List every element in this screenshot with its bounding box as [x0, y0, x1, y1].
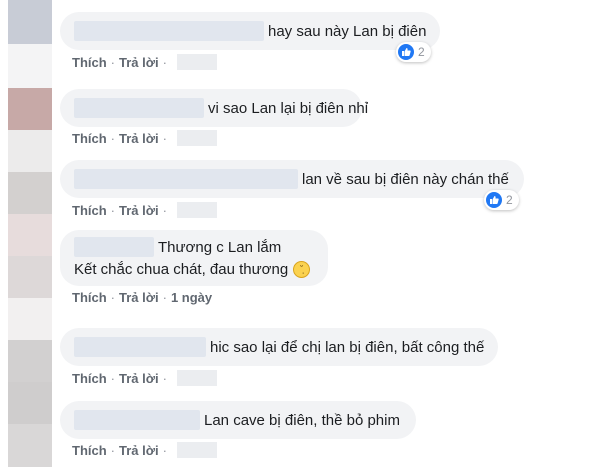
- comment-bubble: vi sao Lan lại bị điên nhỉ: [60, 89, 368, 127]
- blurred-username[interactable]: [74, 21, 264, 41]
- avatar-column: [8, 0, 52, 467]
- reply-link[interactable]: Trả lời: [119, 443, 159, 458]
- comment-timestamp[interactable]: 1 ngày: [171, 290, 212, 305]
- comment-text: hay sau này Lan bị điên: [268, 22, 427, 40]
- like-link[interactable]: Thích: [72, 371, 107, 386]
- reaction-count: 2: [418, 45, 425, 59]
- like-icon: [398, 44, 414, 60]
- like-link[interactable]: Thích: [72, 443, 107, 458]
- reply-link[interactable]: Trả lời: [119, 131, 159, 146]
- comment-bubble: Thương c Lan lắm Kết chắc chua chát, đau…: [60, 230, 328, 286]
- separator: ·: [110, 130, 116, 146]
- like-link[interactable]: Thích: [72, 290, 107, 305]
- blurred-timestamp: [176, 370, 217, 386]
- reply-link[interactable]: Trả lời: [119, 203, 159, 218]
- avatar[interactable]: [8, 340, 52, 382]
- blurred-timestamp: [176, 130, 217, 146]
- separator: ·: [110, 370, 116, 386]
- reply-link[interactable]: Trả lời: [119, 371, 159, 386]
- avatar: [8, 298, 52, 340]
- avatar[interactable]: [8, 256, 52, 298]
- comment-actions: Thích · Trả lời · 1 ngày: [72, 290, 212, 305]
- separator: ·: [162, 130, 167, 146]
- avatar: [8, 214, 52, 256]
- separator: ·: [162, 370, 167, 386]
- blurred-username[interactable]: [74, 410, 200, 430]
- comment-text: vi sao Lan lại bị điên nhỉ: [208, 99, 369, 117]
- blurred-timestamp: [176, 202, 217, 218]
- comment-text: Thương c Lan lắm: [158, 238, 282, 256]
- blurred-username[interactable]: [74, 98, 204, 118]
- avatar[interactable]: [8, 424, 52, 467]
- like-icon: [486, 192, 502, 208]
- blurred-timestamp: [176, 442, 217, 458]
- comment-actions: Thích · Trả lời ·: [72, 442, 217, 458]
- separator: ·: [162, 442, 167, 458]
- crying-face-icon: ˘̩: [293, 261, 311, 278]
- comment-bubble: Lan cave bị điên, thề bỏ phim: [60, 401, 416, 439]
- separator: ·: [162, 290, 167, 305]
- avatar[interactable]: [8, 172, 52, 214]
- comment-actions: Thích · Trả lời ·: [72, 202, 217, 218]
- avatar[interactable]: [8, 0, 52, 44]
- separator: ·: [162, 202, 167, 218]
- separator: ·: [162, 54, 167, 70]
- comment-actions: Thích · Trả lời ·: [72, 130, 217, 146]
- avatar[interactable]: [8, 88, 52, 130]
- blurred-username[interactable]: [74, 337, 206, 357]
- separator: ·: [110, 442, 116, 458]
- avatar: [8, 44, 52, 88]
- reaction-count: 2: [506, 193, 513, 207]
- separator: ·: [110, 54, 116, 70]
- like-link[interactable]: Thích: [72, 203, 107, 218]
- blurred-username[interactable]: [74, 237, 154, 257]
- comment-line: Kết chắc chua chát, đau thương ˘̩: [74, 260, 311, 279]
- reply-link[interactable]: Trả lời: [119, 290, 159, 305]
- reaction-badge[interactable]: 2: [484, 190, 519, 210]
- like-link[interactable]: Thích: [72, 131, 107, 146]
- comment-text: hic sao lại để chị lan bị điên, bất công…: [210, 338, 485, 356]
- reply-link[interactable]: Trả lời: [119, 55, 159, 70]
- comment-line: Thương c Lan lắm: [74, 237, 281, 257]
- comment-bubble: hic sao lại để chị lan bị điên, bất công…: [60, 328, 498, 366]
- comment-text: lan về sau bị điên này chán thế: [302, 170, 509, 188]
- comment-text: Kết chắc chua chát, đau thương: [74, 261, 289, 278]
- avatar: [8, 382, 52, 424]
- comment-actions: Thích · Trả lời ·: [72, 370, 217, 386]
- comment-text: Lan cave bị điên, thề bỏ phim: [204, 411, 400, 429]
- separator: ·: [110, 202, 116, 218]
- comment-bubble: lan về sau bị điên này chán thế: [60, 160, 524, 198]
- blurred-username[interactable]: [74, 169, 298, 189]
- comment-actions: Thích · Trả lời ·: [72, 54, 217, 70]
- like-link[interactable]: Thích: [72, 55, 107, 70]
- separator: ·: [110, 290, 116, 305]
- avatar: [8, 130, 52, 172]
- comment-bubble: hay sau này Lan bị điên: [60, 12, 440, 50]
- reaction-badge[interactable]: 2: [396, 42, 431, 62]
- blurred-timestamp: [176, 54, 217, 70]
